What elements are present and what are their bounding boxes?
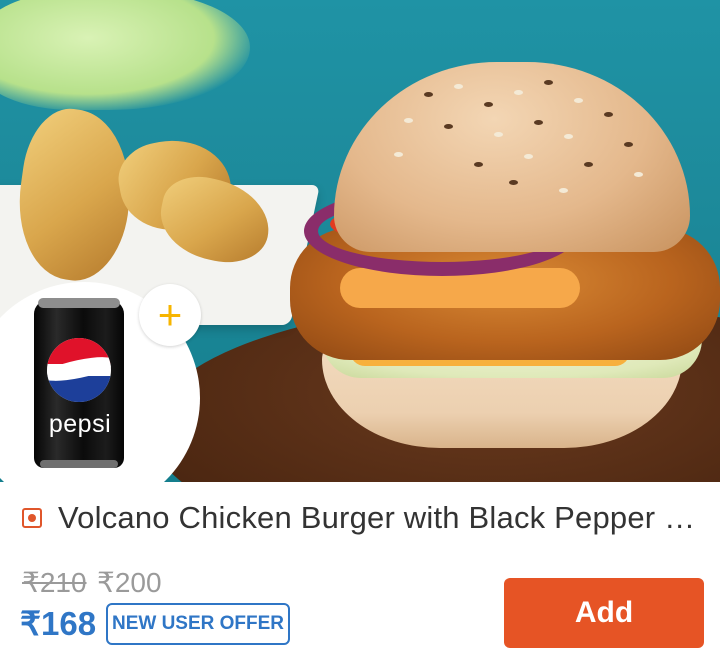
- offer-price: ₹168: [20, 605, 97, 642]
- plus-icon: +: [139, 284, 201, 346]
- non-veg-icon: [22, 508, 42, 528]
- can-lid: [38, 298, 120, 308]
- base-price: ₹200: [97, 567, 162, 598]
- pepsi-logo-icon: [47, 338, 111, 402]
- burger-top-bun: [334, 62, 690, 252]
- product-image[interactable]: pepsi +: [0, 0, 720, 482]
- add-button[interactable]: Add: [504, 578, 704, 648]
- original-price: ₹210: [22, 567, 87, 598]
- new-user-offer-badge: NEW USER OFFER: [106, 603, 290, 645]
- lettuce-garnish: [0, 0, 250, 110]
- pepsi-label: pepsi: [48, 410, 112, 438]
- can-base: [40, 460, 118, 468]
- product-title: Volcano Chicken Burger with Black Pepper…: [58, 500, 708, 535]
